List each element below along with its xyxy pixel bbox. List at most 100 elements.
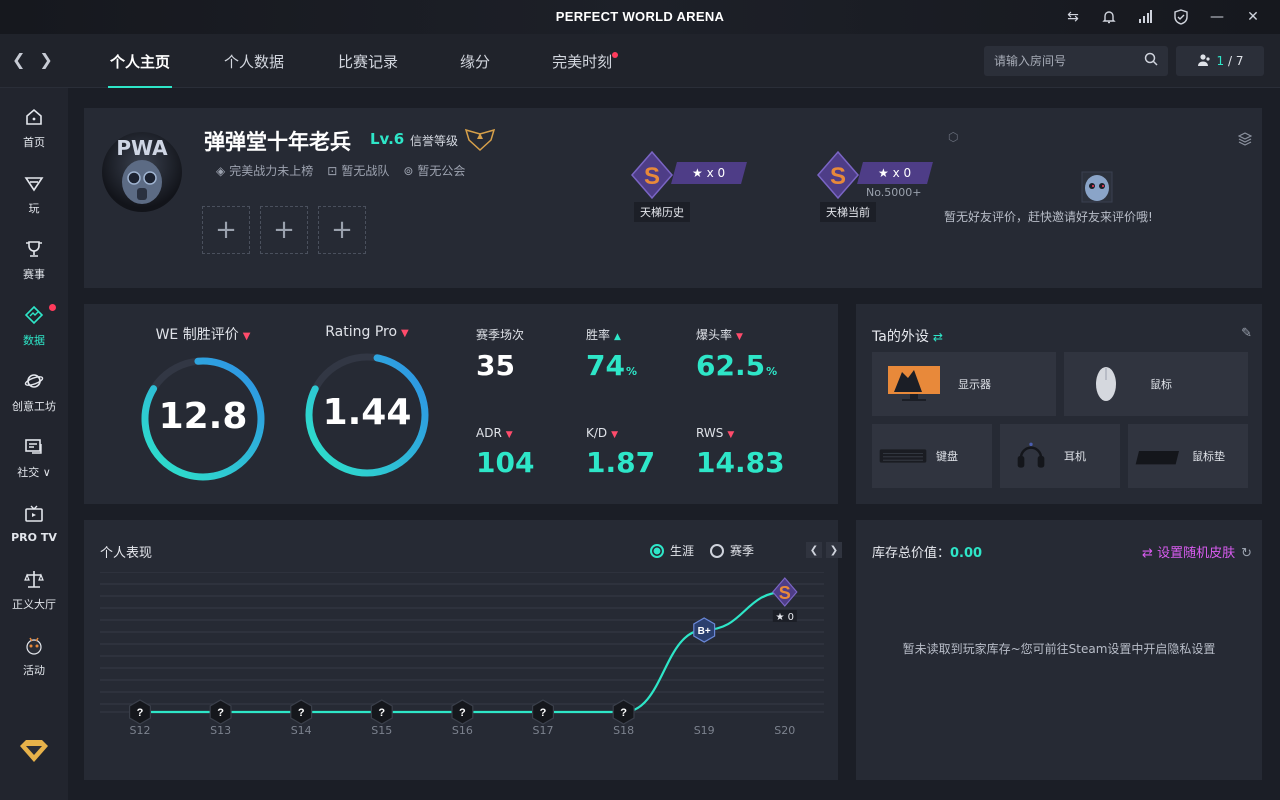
sidebar: 首页 玩 赛事 数据 创意工坊 社交 ∨ PRO TV 正义大厅 活动 [0,88,68,800]
we-rating-value: 12.8 [158,396,248,437]
rank-history[interactable]: S ★ x 0 天梯历史 [630,150,760,230]
guild-icon: ⊚ [403,164,414,178]
rank-current[interactable]: S ★ x 0 No.5000+ 天梯当前 [816,150,946,230]
room-search-input[interactable] [994,54,1134,68]
sidebar-item-label: PRO TV [11,531,57,544]
we-rating-block[interactable]: WE 制胜评价 ▼ 12.8 [128,324,278,484]
stat-win-rate[interactable]: 胜率 ▲ 74% [586,326,696,382]
forward-arrow-icon[interactable]: ❯ [39,50,52,69]
gear-monitor[interactable]: 显示器 [872,352,1056,416]
room-count-button[interactable]: 1 / 7 [1176,46,1264,76]
close-icon[interactable]: ✕ [1242,6,1264,28]
room-total: / 7 [1227,54,1244,68]
caret-down-icon: ▼ [736,332,743,342]
gear-panel: Ta的外设 ⇄ ✎ 显示器 鼠标 键盘 耳机 鼠标垫 [856,304,1262,504]
rank-caption: 天梯历史 [634,202,690,222]
layers-icon[interactable] [1237,132,1253,149]
data-label: B+ [698,626,711,637]
radio-season[interactable]: 赛季 [710,542,754,559]
gear-mouse[interactable]: 鼠标 [1064,352,1248,416]
stat-key: 赛季场次 [476,328,525,342]
team-icon: ⊡ [327,164,338,178]
gear-label: 鼠标垫 [1192,450,1225,463]
rating-pro-block[interactable]: Rating Pro ▼ 1.44 [292,324,442,480]
sidebar-item-play[interactable]: 玩 [0,164,68,224]
caret-up-icon: ▲ [614,332,621,342]
back-arrow-icon[interactable]: ❮ [12,50,25,69]
gear-mousepad[interactable]: 鼠标垫 [1128,424,1248,488]
radio-label: 赛季 [730,544,755,558]
we-rating-label: WE 制胜评价 ▼ [155,327,251,343]
sidebar-item-social[interactable]: 社交 ∨ [0,428,68,488]
friend-review-illustration-icon [1072,166,1122,206]
stat-key: 胜率 ▲ [586,328,621,342]
tab-perfect-moments[interactable]: 完美时刻 [532,34,632,88]
tv-icon [24,504,44,528]
tab-label: 个人主页 [110,52,171,71]
stat-kd[interactable]: K/D ▼ 1.87 [586,426,696,479]
tab-personal-data[interactable]: 个人数据 [204,34,304,88]
rank-s-badge-icon: S [817,150,859,200]
edit-icon[interactable]: ✎ [1241,326,1252,341]
sidebar-item-justice[interactable]: 正义大厅 [0,560,68,620]
headset-icon [1017,442,1045,468]
add-slot-button[interactable]: + [202,206,250,254]
sidebar-item-label: 活动 [23,663,45,677]
add-slot-button[interactable]: + [318,206,366,254]
prev-page-icon[interactable]: ❮ [806,542,822,558]
sidebar-item-events[interactable]: 赛事 [0,230,68,290]
minimize-icon[interactable]: — [1206,6,1228,28]
random-skin-button[interactable]: ⇄ 设置随机皮肤 ↻ [1142,542,1252,561]
tab-affinity[interactable]: 缘分 [432,34,518,88]
shuffle-icon[interactable]: ⇄ [933,330,943,344]
social-icon [24,437,44,461]
shield-icon[interactable] [1170,6,1192,28]
sidebar-item-data[interactable]: 数据 [0,296,68,356]
credit-badge-icon[interactable] [464,126,496,152]
workshop-icon [24,371,44,395]
sidebar-item-label: 数据 [23,333,45,347]
history-arrows: ❮ ❯ [12,50,53,69]
stat-rws[interactable]: RWS ▼ 14.83 [696,426,806,479]
refresh-icon[interactable]: ↻ [1241,546,1252,561]
svg-text:S: S [644,163,660,190]
rating-pro-ring: 1.44 [302,350,432,480]
tab-match-history[interactable]: 比赛记录 [318,34,418,88]
tag-label: 暂无公会 [417,164,466,178]
stat-adr[interactable]: ADR ▼ 104 [476,426,586,479]
shuffle-icon: ⇄ [1142,546,1158,561]
sidebar-item-label: 赛事 [23,267,45,281]
profile-panel: PWA 弹弹堂十年老兵 Lv.6 信誉等级 ◈ 完美战力未上榜 ⊡ 暂无战队 ⊚ 暂无… [84,108,1262,288]
search-icon[interactable] [1144,52,1158,70]
svg-text:S: S [830,163,846,190]
sidebar-item-home[interactable]: 首页 [0,98,68,158]
room-search [984,46,1168,76]
stat-season-matches: 赛季场次 35 [476,326,586,382]
main-tabs: 个人主页 个人数据 比赛记录 缘分 完美时刻 [90,34,646,88]
transfer-icon[interactable]: ⇆ [1062,6,1084,28]
next-page-icon[interactable]: ❯ [826,542,842,558]
bell-icon[interactable] [1098,6,1120,28]
sidebar-item-protv[interactable]: PRO TV [0,494,68,554]
inventory-value: 库存总价值：0.00 [872,546,983,561]
stat-headshot-rate[interactable]: 爆头率 ▼ 62.5% [696,326,806,382]
rank-stars: ★ x 0 [857,162,933,184]
brand-logo-icon[interactable] [18,738,50,764]
x-tick-label: S15 [371,724,392,737]
sidebar-item-workshop[interactable]: 创意工坊 [0,362,68,422]
stat-value: 74% [586,349,637,382]
series-line [140,590,785,714]
gear-keyboard[interactable]: 键盘 [872,424,992,488]
performance-panel: 个人表现 生涯 赛季 ❮ ❯ ? S12? S13? S14? S15? S16? S17?… [84,520,842,780]
gear-headset[interactable]: 耳机 [1000,424,1120,488]
sidebar-item-activity[interactable]: 活动 [0,626,68,686]
signal-icon[interactable] [1134,6,1156,28]
add-slot-button[interactable]: + [260,206,308,254]
tab-profile[interactable]: 个人主页 [90,34,190,88]
avatar[interactable]: PWA [102,132,182,212]
rank-s-badge-icon: S [631,150,673,200]
radio-career[interactable]: 生涯 [650,542,694,559]
hexagon-icon[interactable]: ⬡ [948,130,958,144]
notification-dot [612,52,619,58]
window-controls: ⇆ — ✕ [1062,6,1264,28]
